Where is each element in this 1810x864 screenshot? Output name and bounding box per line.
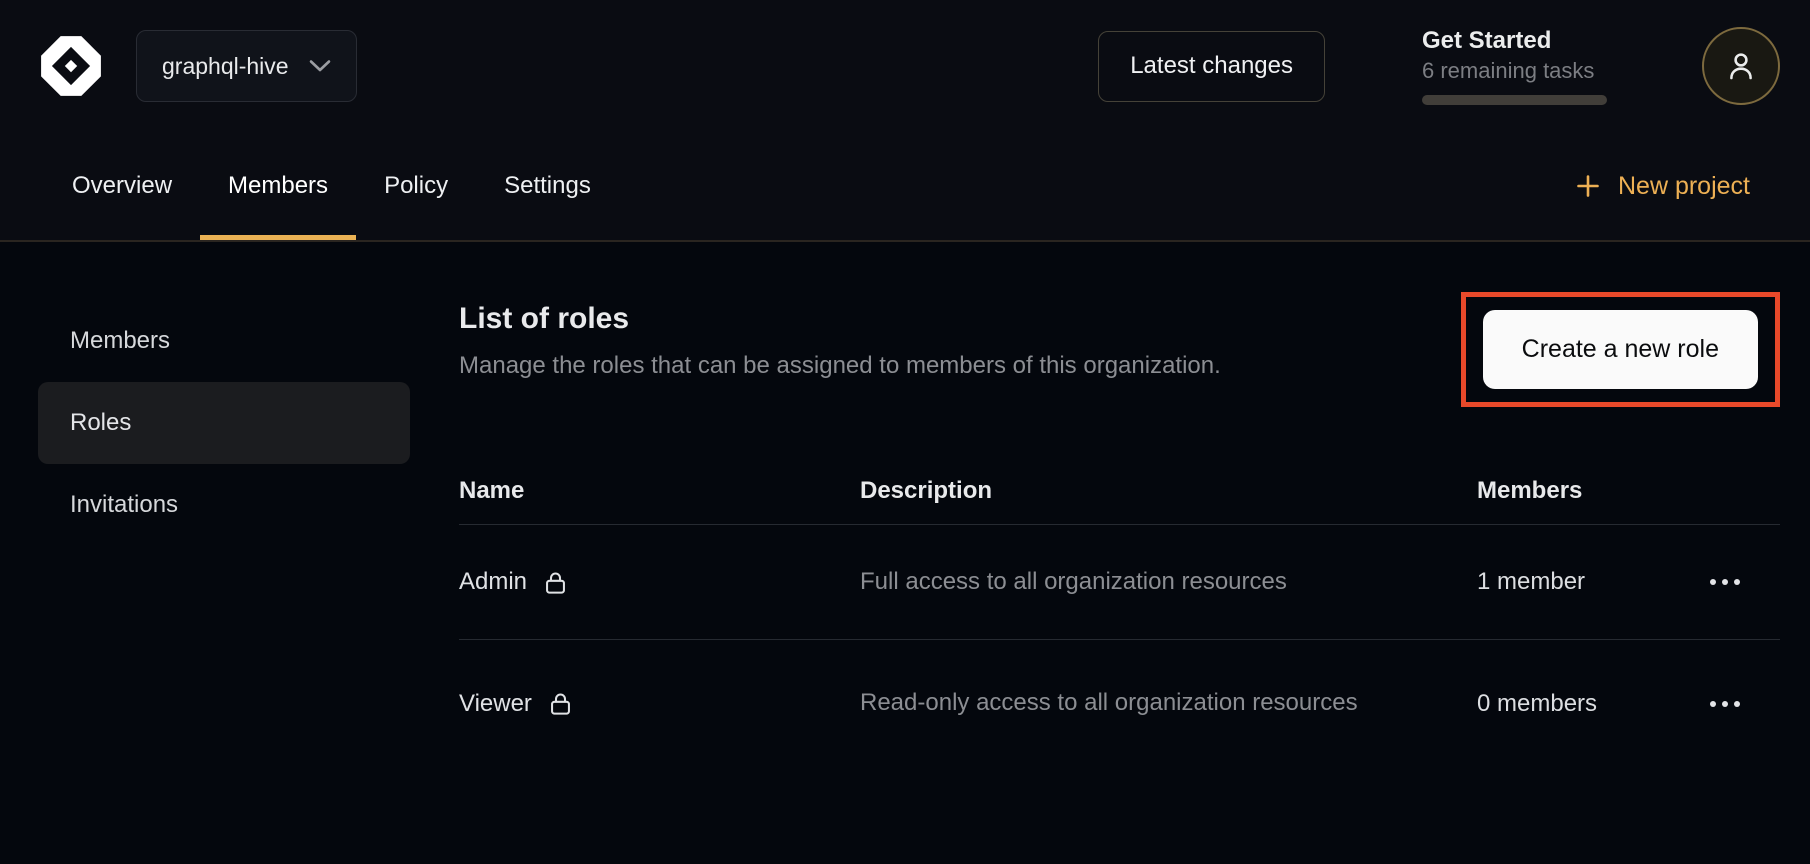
role-name: Admin	[459, 568, 527, 596]
organization-selector[interactable]: graphql-hive	[136, 30, 357, 102]
page-subtitle: Manage the roles that can be assigned to…	[459, 352, 1221, 380]
role-members-count: 1 member	[1477, 568, 1706, 596]
chevron-down-icon	[309, 59, 331, 73]
tab-settings[interactable]: Settings	[476, 132, 619, 240]
roles-table-header: Name Description Members	[459, 457, 1780, 525]
roles-table: Name Description Members Admin Full acce…	[459, 457, 1780, 767]
sidebar-item-members[interactable]: Members	[38, 300, 410, 382]
organization-name: graphql-hive	[162, 53, 289, 80]
roles-panel-header: List of roles Manage the roles that can …	[459, 300, 1780, 407]
roles-heading-block: List of roles Manage the roles that can …	[459, 300, 1221, 380]
role-description: Read-only access to all organization res…	[860, 686, 1360, 721]
column-header-name: Name	[459, 477, 860, 505]
create-new-role-button[interactable]: Create a new role	[1483, 310, 1758, 389]
user-avatar-button[interactable]	[1702, 27, 1780, 105]
lock-icon	[542, 569, 569, 596]
role-name: Viewer	[459, 690, 532, 718]
column-header-description: Description	[860, 477, 1477, 505]
tab-policy[interactable]: Policy	[356, 132, 476, 240]
kebab-menu-icon[interactable]	[1706, 691, 1744, 717]
annotation-highlight-box: Create a new role	[1461, 292, 1780, 407]
column-header-members: Members	[1477, 477, 1706, 505]
get-started-progress-bar	[1422, 95, 1607, 105]
tab-members[interactable]: Members	[200, 132, 356, 240]
user-icon	[1723, 48, 1759, 84]
lock-icon	[547, 690, 574, 717]
role-name-cell: Admin	[459, 568, 860, 596]
sidebar-item-roles[interactable]: Roles	[38, 382, 410, 464]
plus-icon	[1575, 173, 1601, 199]
new-project-button[interactable]: New project	[1575, 172, 1750, 201]
sidebar-item-invitations[interactable]: Invitations	[38, 464, 410, 546]
table-row-viewer: Viewer Read-only access to all organizat…	[459, 640, 1780, 767]
role-members-count: 0 members	[1477, 690, 1706, 718]
top-bar: graphql-hive Latest changes Get Started …	[0, 0, 1810, 242]
tab-overview[interactable]: Overview	[44, 132, 200, 240]
kebab-menu-icon[interactable]	[1706, 569, 1744, 595]
get-started-widget[interactable]: Get Started 6 remaining tasks	[1422, 27, 1607, 105]
role-name-cell: Viewer	[459, 690, 860, 718]
top-bar-row: graphql-hive Latest changes Get Started …	[0, 0, 1810, 132]
get-started-subtitle: 6 remaining tasks	[1422, 58, 1607, 84]
tab-bar: Overview Members Policy Settings New pro…	[0, 132, 1810, 240]
table-row-admin: Admin Full access to all organization re…	[459, 525, 1780, 640]
latest-changes-button[interactable]: Latest changes	[1098, 31, 1325, 102]
new-project-label: New project	[1618, 172, 1750, 201]
page-title: List of roles	[459, 300, 1221, 336]
members-sidebar: Members Roles Invitations	[38, 300, 410, 546]
get-started-title: Get Started	[1422, 27, 1607, 55]
roles-panel: List of roles Manage the roles that can …	[459, 300, 1780, 767]
role-description: Full access to all organization resource…	[860, 565, 1360, 600]
content-area: Members Roles Invitations List of roles …	[0, 242, 1810, 864]
hive-logo-icon[interactable]	[38, 33, 104, 99]
